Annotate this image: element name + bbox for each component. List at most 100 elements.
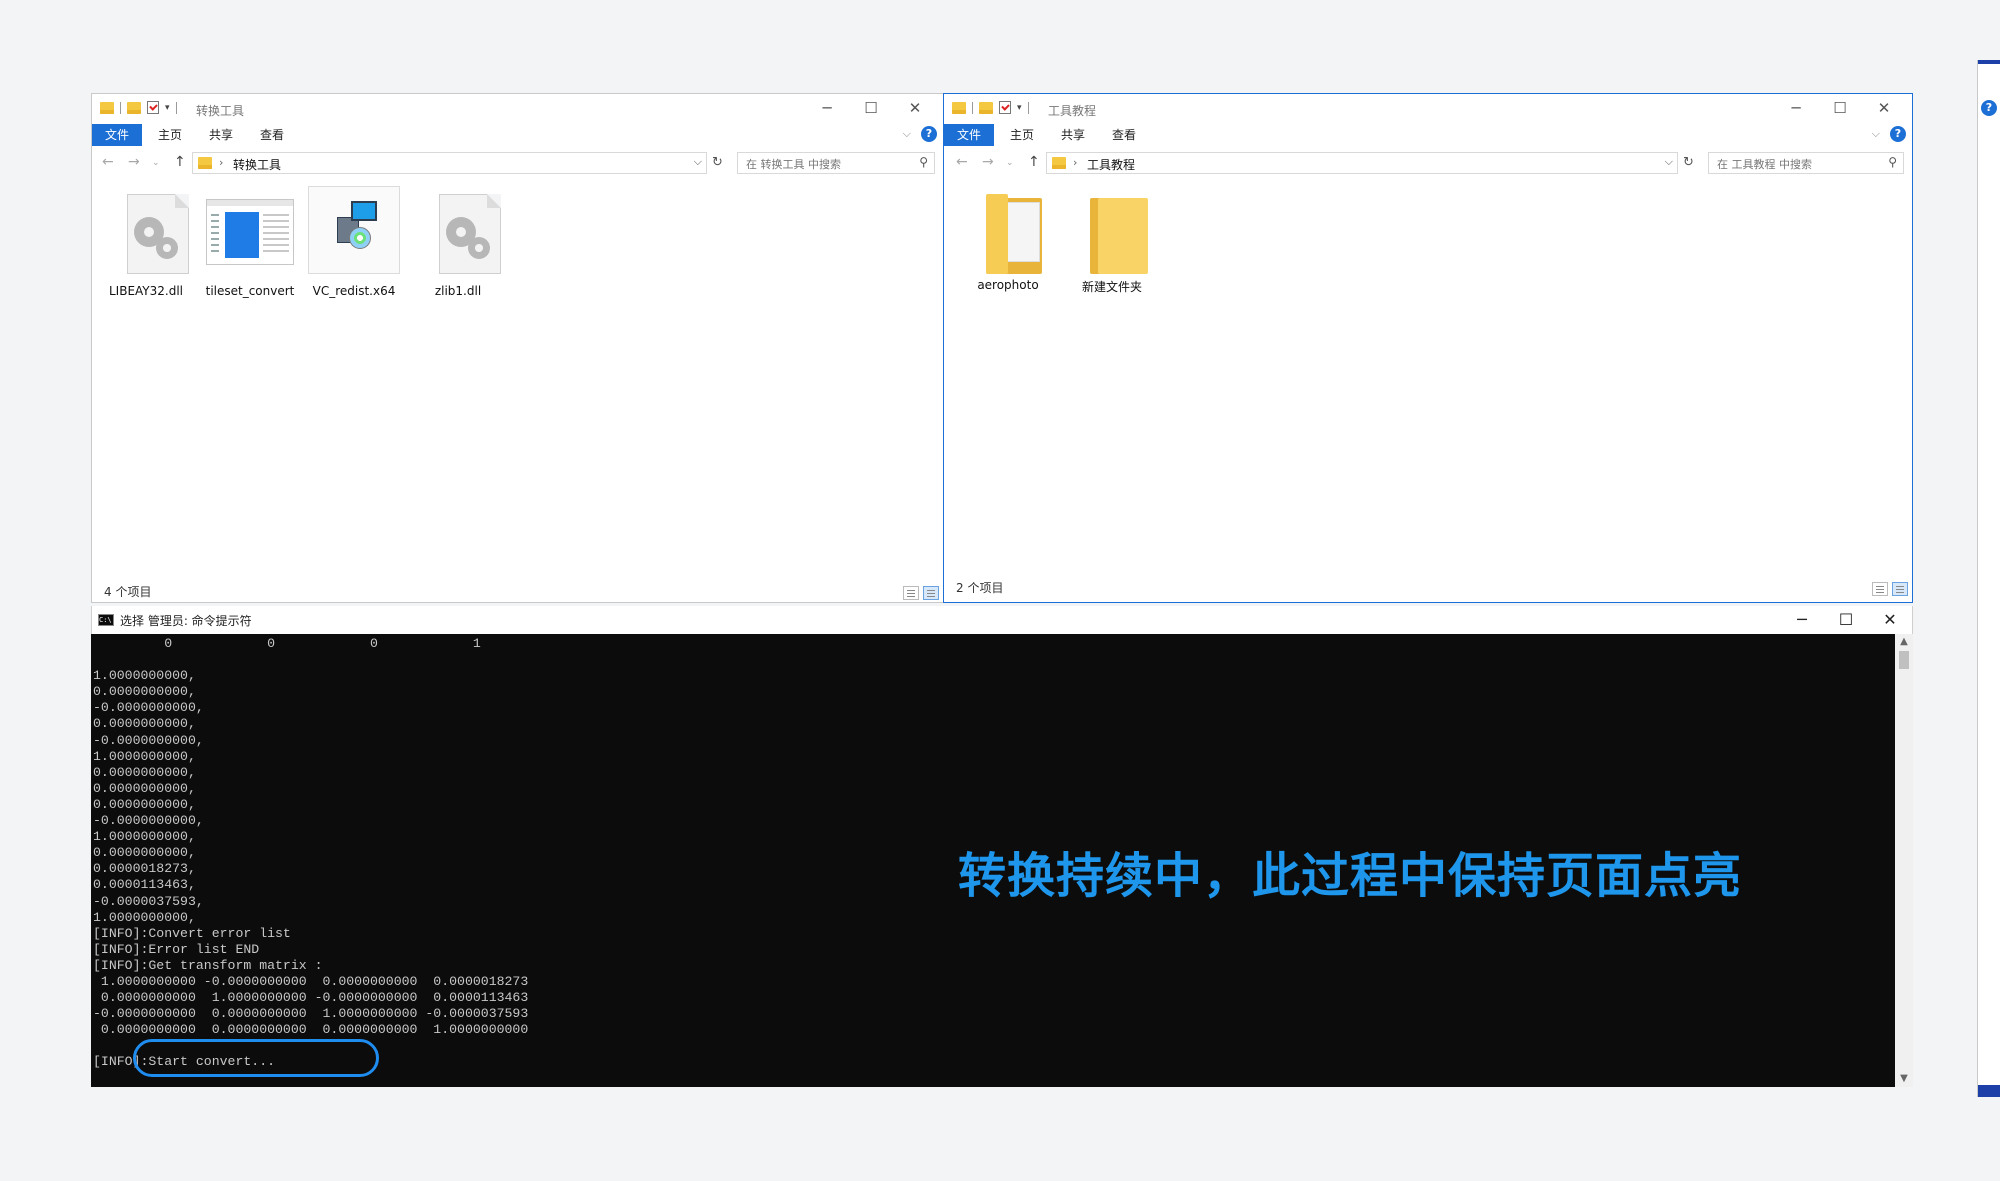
folder-icon bbox=[1090, 194, 1148, 274]
console-line: 1.0000000000, bbox=[93, 748, 196, 764]
expand-ribbon-icon[interactable]: ⌵ bbox=[1872, 127, 1880, 141]
forward-icon[interactable]: → bbox=[982, 154, 994, 170]
console-line: 1.0000000000, bbox=[93, 829, 196, 845]
new-folder-icon[interactable] bbox=[127, 101, 141, 114]
tab-view[interactable]: 查看 bbox=[260, 124, 284, 146]
breadcrumb-arrow-icon[interactable]: › bbox=[219, 156, 223, 169]
properties-icon[interactable] bbox=[147, 101, 159, 114]
breadcrumb-arrow-icon[interactable]: › bbox=[1073, 156, 1077, 169]
tab-file[interactable]: 文件 bbox=[92, 124, 142, 146]
console-line: 0.0000018273, bbox=[93, 861, 196, 877]
highlight-annotation-ring bbox=[133, 1039, 379, 1077]
scroll-up-icon[interactable]: ▲ bbox=[1895, 634, 1913, 650]
separator bbox=[120, 101, 121, 114]
help-icon[interactable]: ? bbox=[921, 126, 937, 142]
address-bar[interactable]: › 转换工具 ⌵ bbox=[192, 152, 707, 174]
search-icon[interactable]: ⚲ bbox=[919, 155, 928, 169]
up-icon[interactable]: ↑ bbox=[1028, 154, 1040, 170]
ribbon-tabs: 文件 主页 共享 查看 ⌵ ? bbox=[92, 124, 943, 146]
search-box[interactable]: 在 工具教程 中搜索 ⚲ bbox=[1708, 152, 1904, 174]
console-line: 0.0000000000 1.0000000000 -0.0000000000 … bbox=[100, 990, 529, 1006]
search-input[interactable]: 在 工具教程 中搜索 bbox=[1717, 156, 1812, 172]
console-line: 0.0000000000, bbox=[93, 845, 196, 861]
refresh-icon[interactable]: ↻ bbox=[712, 155, 723, 170]
view-switcher bbox=[1872, 582, 1908, 596]
window-title: 工具教程 bbox=[1048, 104, 1097, 118]
separator bbox=[972, 101, 973, 114]
ribbon-tabs: 文件 主页 共享 查看 ⌵ ? bbox=[944, 124, 1912, 146]
breadcrumb[interactable]: 工具教程 bbox=[1087, 156, 1135, 173]
customize-dropdown-icon[interactable]: ▾ bbox=[1017, 103, 1022, 113]
address-bar[interactable]: › 工具教程 ⌵ bbox=[1046, 152, 1678, 174]
scroll-down-icon[interactable]: ▼ bbox=[1895, 1071, 1913, 1087]
close-button[interactable]: ✕ bbox=[1868, 606, 1912, 634]
window-controls: ─ ☐ ✕ bbox=[805, 96, 937, 120]
close-button[interactable]: ✕ bbox=[893, 96, 937, 120]
tab-view[interactable]: 查看 bbox=[1112, 124, 1136, 146]
back-icon[interactable]: ← bbox=[102, 154, 114, 170]
separator bbox=[175, 101, 177, 114]
vertical-scrollbar[interactable]: ▲ ▼ bbox=[1895, 634, 1913, 1087]
minimize-button[interactable]: ─ bbox=[1780, 606, 1824, 634]
annotation-caption: 转换持续中，此过程中保持页面点亮 bbox=[958, 848, 1743, 904]
console-line: 0.0000113463, bbox=[93, 877, 196, 893]
customize-dropdown-icon[interactable]: ▾ bbox=[165, 103, 170, 113]
address-dropdown-icon[interactable]: ⌵ bbox=[1665, 155, 1673, 169]
console-line: 1.0000000000 -0.0000000000 0.0000000000 … bbox=[100, 973, 529, 989]
large-icons-view-button[interactable] bbox=[923, 586, 939, 600]
console-line: -0.0000037593, bbox=[93, 893, 204, 909]
recent-locations-icon[interactable]: ⌄ bbox=[152, 158, 160, 168]
address-dropdown-icon[interactable]: ⌵ bbox=[694, 155, 702, 169]
maximize-button[interactable]: ☐ bbox=[1818, 96, 1862, 120]
search-icon[interactable]: ⚲ bbox=[1888, 155, 1897, 169]
minimize-button[interactable]: ─ bbox=[805, 96, 849, 120]
help-icon[interactable]: ? bbox=[1981, 100, 1997, 116]
properties-icon[interactable] bbox=[999, 101, 1011, 114]
minimize-button[interactable]: ─ bbox=[1774, 96, 1818, 120]
back-icon[interactable]: ← bbox=[956, 154, 968, 170]
title-bar[interactable]: ▾ 转换工具 ─ ☐ ✕ bbox=[92, 94, 943, 124]
file-name: tileset_convert bbox=[205, 284, 295, 298]
ribbon-right: ⌵ ? bbox=[1872, 126, 1906, 142]
application-icon bbox=[206, 199, 294, 265]
dll-gear-icon bbox=[127, 194, 189, 274]
console-line: -0.0000000000 0.0000000000 1.0000000000 … bbox=[93, 1006, 529, 1022]
accent-bar bbox=[1978, 60, 2000, 64]
recent-locations-icon[interactable]: ⌄ bbox=[1006, 158, 1014, 168]
tab-share[interactable]: 共享 bbox=[1061, 124, 1085, 146]
forward-icon[interactable]: → bbox=[128, 154, 140, 170]
title-bar[interactable]: ▾ 工具教程 ─ ☐ ✕ bbox=[944, 94, 1912, 124]
search-box[interactable]: 在 转换工具 中搜索 ⚲ bbox=[737, 152, 935, 174]
maximize-button[interactable]: ☐ bbox=[1824, 606, 1868, 634]
console-line: 1.0000000000, bbox=[93, 668, 196, 684]
breadcrumb[interactable]: 转换工具 bbox=[233, 156, 281, 173]
up-icon[interactable]: ↑ bbox=[174, 154, 186, 170]
file-name: zlib1.dll bbox=[434, 284, 482, 298]
explorer-window-conversion-tools: ▾ 转换工具 ─ ☐ ✕ 文件 主页 共享 查看 ⌵ ? ← → ⌄ ↑ › 转… bbox=[91, 93, 944, 603]
scroll-thumb[interactable] bbox=[1899, 651, 1909, 669]
maximize-button[interactable]: ☐ bbox=[849, 96, 893, 120]
console-line: [INFO]:Error list END bbox=[93, 941, 260, 957]
quick-access-toolbar: ▾ bbox=[952, 101, 1029, 114]
search-input[interactable]: 在 转换工具 中搜索 bbox=[746, 156, 841, 172]
console-line: 0.0000000000, bbox=[93, 716, 196, 732]
close-button[interactable]: ✕ bbox=[1862, 96, 1906, 120]
partial-window-edge: ? bbox=[1977, 60, 2000, 1097]
expand-ribbon-icon[interactable]: ⌵ bbox=[903, 127, 911, 141]
details-view-button[interactable] bbox=[1872, 582, 1888, 596]
tab-home[interactable]: 主页 bbox=[158, 124, 182, 146]
tab-share[interactable]: 共享 bbox=[209, 124, 233, 146]
details-view-button[interactable] bbox=[903, 586, 919, 600]
tab-home[interactable]: 主页 bbox=[1010, 124, 1034, 146]
title-bar[interactable]: C:\ 选择 管理员: 命令提示符 ─ ☐ ✕ bbox=[91, 606, 1913, 634]
folder-with-files-icon bbox=[986, 194, 1044, 274]
tab-file[interactable]: 文件 bbox=[944, 124, 994, 146]
new-folder-icon[interactable] bbox=[979, 101, 993, 114]
console-line: 0.0000000000 0.0000000000 0.0000000000 1… bbox=[100, 1022, 529, 1038]
status-bar-item-count: 2 个项目 bbox=[956, 581, 1004, 595]
folder-icon bbox=[952, 101, 966, 114]
large-icons-view-button[interactable] bbox=[1892, 582, 1908, 596]
refresh-icon[interactable]: ↻ bbox=[1683, 155, 1694, 170]
accent-bar bbox=[1978, 1085, 2000, 1097]
help-icon[interactable]: ? bbox=[1890, 126, 1906, 142]
